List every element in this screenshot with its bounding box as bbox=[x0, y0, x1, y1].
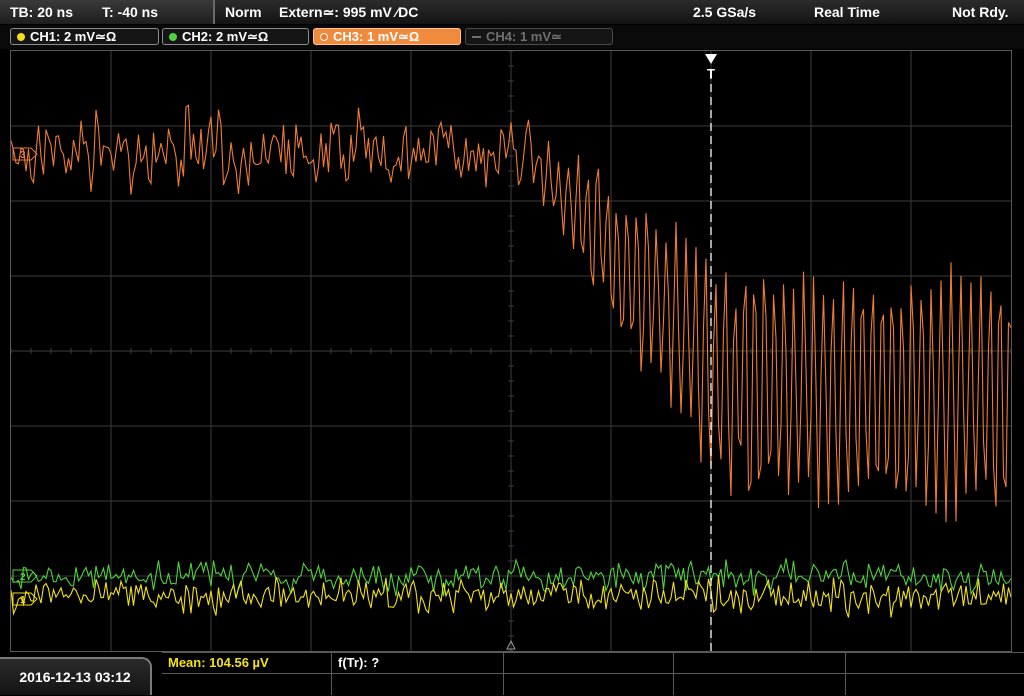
waveform-canvas[interactable]: T 3 2 1 bbox=[11, 51, 1011, 651]
acquisition-mode[interactable]: Norm bbox=[225, 4, 262, 20]
trigger-source[interactable]: Extern≃: 995 mV ∕DC bbox=[279, 4, 418, 21]
trigger-arrow-icon[interactable] bbox=[705, 54, 717, 64]
ch2-color-dot-icon bbox=[169, 32, 177, 41]
ch3-color-dot-icon bbox=[320, 32, 328, 41]
ch1-ground-label: 1 bbox=[20, 595, 26, 606]
mean-measurement: Mean: 104.56 µV bbox=[168, 655, 269, 670]
channel-bar: CH1: 2 mV≃Ω CH2: 2 mV≃Ω CH3: 1 mV≃Ω CH4:… bbox=[0, 25, 1024, 49]
channel-4-button[interactable]: CH4: 1 mV≃ bbox=[465, 28, 613, 45]
measurement-cell-empty[interactable] bbox=[846, 653, 1024, 674]
ch2-label: CH2: 2 mV≃Ω bbox=[182, 28, 269, 44]
date-time-display[interactable]: 2016-12-13 03:12 bbox=[0, 657, 152, 695]
channel-2-button[interactable]: CH2: 2 mV≃Ω bbox=[162, 28, 309, 45]
ch1-color-dot-icon bbox=[17, 32, 25, 41]
acquisition-realtime: Real Time bbox=[814, 4, 880, 20]
trigger-marker-label: T bbox=[707, 66, 715, 81]
rise-frequency-cell[interactable]: f(Tr): ? bbox=[332, 653, 504, 674]
measurement-cell-empty[interactable] bbox=[162, 674, 332, 695]
ch3-ground-label: 3 bbox=[20, 150, 26, 161]
measurement-cell-empty[interactable] bbox=[504, 653, 674, 674]
waveform-display[interactable]: T 3 2 1 bbox=[10, 50, 1012, 652]
channel-1-button[interactable]: CH1: 2 mV≃Ω bbox=[10, 28, 159, 45]
ch1-label: CH1: 2 mV≃Ω bbox=[30, 28, 117, 44]
ch4-disabled-icon bbox=[472, 35, 481, 38]
channel-3-button[interactable]: CH3: 1 mV≃Ω bbox=[313, 28, 461, 45]
run-state: Not Rdy. bbox=[952, 4, 1009, 20]
mean-measurement-cell[interactable]: Mean: 104.56 µV bbox=[162, 653, 332, 674]
rise-frequency-measurement: f(Tr): ? bbox=[338, 655, 380, 670]
ch3-ground-marker[interactable]: 3 bbox=[12, 147, 38, 161]
status-bar: TB: 20 ns T: -40 ns Norm Extern≃: 995 mV… bbox=[0, 0, 1024, 25]
measurement-cell-empty[interactable] bbox=[674, 653, 846, 674]
measurement-table[interactable]: Mean: 104.56 µV f(Tr): ? bbox=[162, 652, 1024, 696]
ch4-label: CH4: 1 mV≃ bbox=[486, 28, 562, 44]
measurement-cell-empty[interactable] bbox=[674, 674, 846, 695]
timebase-label[interactable]: TB: 20 ns bbox=[10, 4, 73, 20]
sample-rate[interactable]: 2.5 GSa/s bbox=[693, 4, 756, 20]
measurement-cell-empty[interactable] bbox=[846, 674, 1024, 695]
acquisition-info-bar: Norm Extern≃: 995 mV ∕DC 2.5 GSa/s Real … bbox=[215, 0, 1024, 24]
timebase-panel[interactable]: TB: 20 ns T: -40 ns bbox=[0, 0, 215, 24]
trigger-time-label[interactable]: T: -40 ns bbox=[102, 4, 158, 20]
date-time-label: 2016-12-13 03:12 bbox=[19, 669, 131, 685]
ch2-ground-label: 2 bbox=[20, 572, 26, 583]
measurement-cell-empty[interactable] bbox=[332, 674, 504, 695]
measurement-cell-empty[interactable] bbox=[504, 674, 674, 695]
ch3-label: CH3: 1 mV≃Ω bbox=[333, 28, 420, 44]
